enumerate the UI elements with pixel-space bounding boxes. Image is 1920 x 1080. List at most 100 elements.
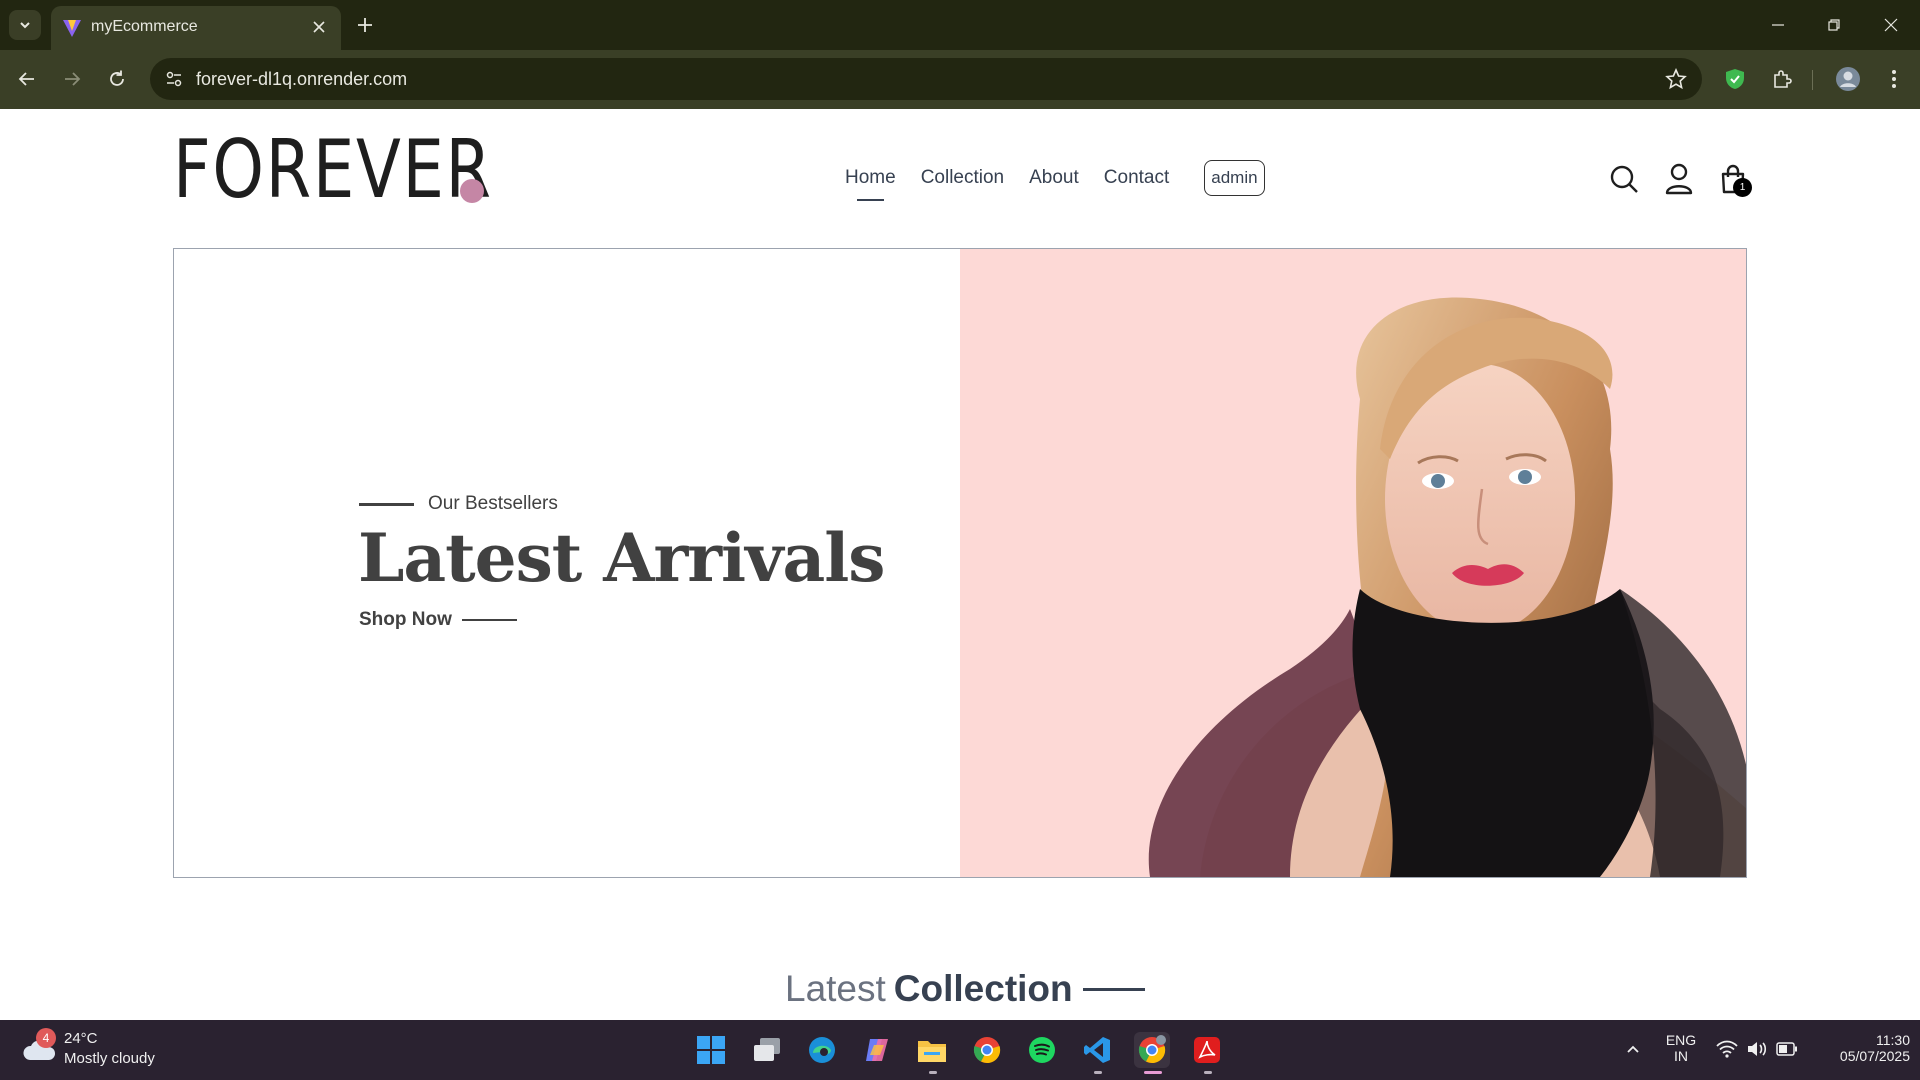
profile-icon-button[interactable]	[1663, 161, 1695, 197]
volume-button[interactable]	[1746, 1038, 1768, 1060]
minimize-icon	[1772, 24, 1784, 26]
arrow-right-icon	[65, 72, 81, 86]
chrome-app[interactable]	[969, 1032, 1005, 1068]
nav-contact[interactable]: Contact	[1104, 167, 1169, 189]
puzzle-icon	[1774, 70, 1792, 88]
task-view-button[interactable]	[749, 1032, 785, 1068]
hero-image	[960, 249, 1746, 877]
edge-app[interactable]	[804, 1032, 840, 1068]
copilot-icon	[866, 1039, 888, 1061]
restore-button[interactable]	[1819, 12, 1849, 38]
hero-text-panel: Our Bestsellers Latest Arrivals Shop Now	[174, 249, 960, 877]
tab-close-button[interactable]	[309, 17, 329, 37]
site-info-button[interactable]	[160, 65, 188, 93]
vscode-indicator	[1094, 1071, 1102, 1074]
windows-start-icon	[697, 1036, 725, 1064]
logo-text: FOREVER	[173, 123, 493, 216]
wifi-button[interactable]	[1716, 1038, 1738, 1060]
battery-icon	[1776, 1042, 1797, 1056]
url-text[interactable]: forever-dl1q.onrender.com	[196, 69, 407, 90]
language-code: ENG	[1665, 1032, 1697, 1048]
eyebrow-line	[359, 502, 414, 506]
forward-button[interactable]	[57, 64, 87, 94]
vite-favicon-icon	[63, 20, 81, 37]
chevron-up-icon	[1627, 1045, 1639, 1053]
latest-collection-part1: Latest	[785, 968, 886, 1009]
latest-collection-line	[1082, 987, 1145, 991]
windows-taskbar: 4 24°C Mostly cloudy ENG IN 11:30 05/07/…	[0, 1020, 1920, 1080]
region-code: IN	[1674, 1048, 1688, 1064]
search-button[interactable]	[1608, 161, 1640, 197]
search-icon	[1610, 165, 1638, 193]
browser-menu-button[interactable]	[1880, 65, 1908, 93]
tune-icon	[166, 71, 182, 87]
close-icon	[313, 21, 325, 33]
acrobat-icon	[1194, 1037, 1220, 1063]
shop-now-line	[461, 619, 517, 621]
browser-tab-bar: myEcommerce	[0, 0, 1920, 50]
close-window-button[interactable]	[1876, 12, 1906, 38]
bookmark-button[interactable]	[1664, 67, 1688, 91]
chrome-profile-indicator	[1144, 1071, 1162, 1074]
latest-collection-heading: Latest Collection	[785, 968, 1145, 1010]
new-tab-button[interactable]	[352, 12, 378, 38]
adblock-extension-button[interactable]	[1721, 65, 1749, 93]
admin-button[interactable]: admin	[1204, 160, 1265, 196]
model-photo-illustration	[1148, 297, 1746, 877]
copilot-app[interactable]	[859, 1032, 895, 1068]
cart-count-badge: 1	[1733, 178, 1752, 197]
toolbar-separator	[1812, 70, 1813, 90]
weather-description: Mostly cloudy	[64, 1050, 155, 1067]
shop-now-label: Shop Now	[359, 609, 452, 630]
plus-icon	[358, 18, 372, 32]
nav-collection[interactable]: Collection	[921, 167, 1004, 189]
weather-badge: 4	[36, 1028, 56, 1048]
reload-icon	[110, 70, 124, 86]
back-button[interactable]	[12, 64, 42, 94]
vscode-app[interactable]	[1079, 1032, 1115, 1068]
chevron-down-icon	[20, 22, 30, 29]
tab-search-button[interactable]	[9, 10, 41, 40]
browser-toolbar: forever-dl1q.onrender.com	[0, 50, 1920, 109]
clock-time: 11:30	[1876, 1032, 1910, 1048]
show-hidden-icons-button[interactable]	[1622, 1038, 1644, 1060]
clock[interactable]: 11:30 05/07/2025	[1810, 1032, 1910, 1064]
browser-tab[interactable]: myEcommerce	[51, 6, 341, 50]
clock-date: 05/07/2025	[1839, 1048, 1910, 1064]
shield-check-icon	[1726, 69, 1744, 89]
battery-button[interactable]	[1776, 1038, 1798, 1060]
spotify-app[interactable]	[1024, 1032, 1060, 1068]
shop-now-link[interactable]: Shop Now	[359, 609, 517, 631]
file-explorer-indicator	[929, 1071, 937, 1074]
user-icon	[1665, 163, 1693, 195]
volume-icon	[1748, 1042, 1767, 1056]
minimize-button[interactable]	[1763, 12, 1793, 38]
acrobat-indicator	[1204, 1071, 1212, 1074]
file-explorer-app[interactable]	[914, 1032, 950, 1068]
nav-about[interactable]: About	[1029, 167, 1079, 189]
hero-banner: Our Bestsellers Latest Arrivals Shop Now	[173, 248, 1747, 878]
latest-collection-part2: Collection	[893, 968, 1073, 1009]
task-view-icon	[754, 1038, 780, 1061]
logo-dot	[460, 179, 484, 203]
extensions-button[interactable]	[1768, 65, 1796, 93]
main-nav: Home Collection About Contact admin	[845, 158, 1265, 201]
chrome-icon	[973, 1037, 1001, 1064]
language-indicator[interactable]: ENG IN	[1664, 1032, 1698, 1064]
avatar-icon	[1836, 67, 1860, 91]
site-logo[interactable]: FOREVER	[173, 123, 563, 216]
vscode-icon	[1084, 1037, 1110, 1063]
profile-button[interactable]	[1834, 65, 1862, 93]
start-button[interactable]	[693, 1032, 729, 1068]
wifi-icon	[1716, 1040, 1738, 1058]
chrome-profile-app[interactable]	[1134, 1032, 1170, 1068]
address-bar[interactable]: forever-dl1q.onrender.com	[150, 58, 1702, 100]
more-vertical-icon	[1892, 70, 1896, 88]
chrome-profile-icon	[1138, 1035, 1166, 1064]
spotify-icon	[1029, 1037, 1055, 1063]
restore-icon	[1828, 19, 1840, 31]
nav-home[interactable]: Home	[845, 167, 896, 201]
acrobat-app[interactable]	[1189, 1032, 1225, 1068]
close-icon	[1884, 18, 1898, 32]
reload-button[interactable]	[102, 64, 132, 94]
